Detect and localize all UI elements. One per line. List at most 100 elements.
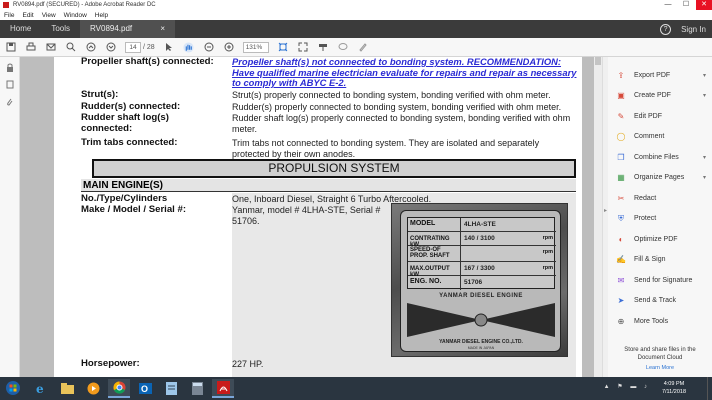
send-signature-icon: ✉ bbox=[617, 275, 625, 285]
plate-origin-text: MADE IN JAPAN bbox=[467, 346, 495, 350]
prev-page-icon[interactable] bbox=[85, 41, 97, 53]
tool-label: Protect bbox=[634, 215, 657, 222]
doc-value: Rudder(s) properly connected to bonding … bbox=[232, 102, 562, 112]
show-desktop-button[interactable] bbox=[707, 377, 712, 400]
tool-label: Organize Pages bbox=[634, 174, 685, 181]
media-player-icon[interactable] bbox=[82, 379, 104, 398]
tool-protect[interactable]: ⛨ Protect bbox=[608, 209, 712, 229]
lock-icon[interactable] bbox=[0, 63, 20, 74]
minimize-button[interactable]: — bbox=[660, 0, 676, 10]
acrobat-app-icon bbox=[3, 2, 9, 8]
clock-time: 4:09 PM bbox=[663, 381, 685, 387]
tab-close-icon[interactable]: × bbox=[160, 20, 165, 38]
zoom-level-select[interactable]: 131% bbox=[242, 41, 269, 53]
doc-label: Propeller shaft(s) connected: bbox=[81, 57, 214, 67]
section-title: PROPULSION SYSTEM bbox=[92, 159, 576, 178]
create-pdf-icon: ▣ bbox=[617, 91, 625, 100]
tool-redact[interactable]: ✂ Redact bbox=[608, 188, 712, 208]
page-thumbnails-icon[interactable] bbox=[0, 80, 20, 91]
outlook-icon[interactable]: O bbox=[134, 379, 156, 398]
system-tray-icons[interactable]: ▲ ⚑ ▬ ♪ bbox=[604, 383, 650, 390]
keyboard-icon[interactable] bbox=[317, 41, 329, 53]
chrome-icon[interactable] bbox=[108, 379, 130, 398]
tool-label: More Tools bbox=[634, 317, 669, 325]
doc-value: Strut(s) properly connected to bonding s… bbox=[232, 90, 551, 100]
maximize-button[interactable]: ☐ bbox=[678, 0, 694, 10]
tool-fill-sign[interactable]: ✍ Fill & Sign bbox=[608, 250, 712, 270]
select-cursor-icon[interactable] bbox=[163, 41, 175, 53]
notepad-icon[interactable] bbox=[160, 379, 182, 398]
doc-label: Strut(s): bbox=[81, 89, 119, 100]
acrobat-window: RV0894.pdf (SECURED) - Adobe Acrobat Rea… bbox=[0, 0, 712, 400]
start-button-icon[interactable] bbox=[6, 381, 20, 395]
sign-icon[interactable] bbox=[357, 41, 369, 53]
document-viewport[interactable]: Propeller shaft(s) connected: Propeller … bbox=[20, 57, 594, 377]
print-icon[interactable] bbox=[25, 41, 37, 53]
tool-send-for-signature[interactable]: ✉ Send for Signature bbox=[608, 270, 712, 290]
page-total: / 28 bbox=[143, 43, 155, 51]
menu-file[interactable]: File bbox=[4, 12, 14, 19]
full-screen-icon[interactable] bbox=[297, 41, 309, 53]
sign-in-button[interactable]: Sign In bbox=[681, 25, 706, 34]
page-number-input[interactable]: 14 bbox=[125, 41, 141, 53]
ie-icon[interactable]: e bbox=[30, 379, 52, 398]
tool-organize-pages[interactable]: ▦ Organize Pages ▾ bbox=[608, 168, 712, 188]
email-icon[interactable] bbox=[45, 41, 57, 53]
splitter-grip-icon[interactable]: ▸ bbox=[604, 207, 607, 214]
plate-company-text: YANMAR DIESEL ENGINE CO.,LTD. bbox=[439, 339, 523, 345]
tool-edit-pdf[interactable]: ✎ Edit PDF bbox=[608, 106, 712, 126]
tool-send-track[interactable]: ➤ Send & Track bbox=[608, 291, 712, 311]
chevron-down-icon[interactable]: ▾ bbox=[703, 72, 706, 79]
chevron-down-icon[interactable]: ▾ bbox=[703, 92, 706, 99]
scrollbar-thumb[interactable] bbox=[595, 57, 601, 65]
attachment-icon[interactable] bbox=[0, 97, 20, 108]
tab-document[interactable]: RV0894.pdf (SECUR... × bbox=[80, 20, 176, 51]
comment-icon[interactable] bbox=[337, 41, 349, 53]
document-scrollbar[interactable] bbox=[594, 57, 602, 377]
toolbar: 14 / 28 131% bbox=[0, 38, 712, 57]
optimize-pdf-icon: ◐ bbox=[618, 234, 624, 244]
help-icon[interactable]: ? bbox=[660, 23, 672, 35]
tool-label: Redact bbox=[634, 194, 657, 202]
chevron-down-icon[interactable]: ▾ bbox=[703, 174, 706, 181]
menu-window[interactable]: Window bbox=[64, 12, 87, 19]
tool-optimize-pdf[interactable]: ◐ Optimize PDF bbox=[608, 229, 712, 249]
doc-value: Trim tabs not connected to bonding syste… bbox=[232, 138, 540, 159]
tab-tools[interactable]: Tools bbox=[41, 20, 80, 38]
protect-icon: ⛨ bbox=[618, 213, 624, 223]
zoom-in-icon[interactable] bbox=[223, 41, 235, 53]
next-page-icon[interactable] bbox=[105, 41, 117, 53]
tool-label: Export PDF bbox=[634, 71, 671, 79]
close-button[interactable]: ✕ bbox=[696, 0, 712, 10]
fill-sign-icon: ✍ bbox=[616, 255, 626, 264]
left-navigation-rail bbox=[0, 57, 20, 377]
menu-view[interactable]: View bbox=[42, 12, 56, 19]
tool-label: Send for Signature bbox=[634, 276, 693, 284]
subsection-title: MAIN ENGINE(S) bbox=[83, 180, 163, 191]
learn-more-link[interactable]: Learn More bbox=[612, 365, 708, 371]
tool-export-pdf[interactable]: ⇪ Export PDF ▾ bbox=[608, 65, 712, 85]
search-icon[interactable] bbox=[65, 41, 77, 53]
fit-page-icon[interactable] bbox=[277, 41, 289, 53]
tool-combine-files[interactable]: ❐ Combine Files ▾ bbox=[608, 147, 712, 167]
tool-create-pdf[interactable]: ▣ Create PDF ▾ bbox=[608, 86, 712, 106]
doc-value-link[interactable]: Propeller shaft(s) not connected to bond… bbox=[232, 57, 577, 89]
title-bar: RV0894.pdf (SECURED) - Adobe Acrobat Rea… bbox=[0, 0, 712, 10]
plate-row-speed: SPEED-OF PROP. SHAFT rpm bbox=[408, 246, 556, 262]
menu-help[interactable]: Help bbox=[95, 12, 108, 19]
hand-icon[interactable] bbox=[183, 41, 195, 53]
calculator-icon[interactable] bbox=[186, 379, 208, 398]
menu-edit[interactable]: Edit bbox=[22, 12, 33, 19]
tool-more-tools[interactable]: ⊕ More Tools bbox=[608, 311, 712, 331]
edit-pdf-icon: ✎ bbox=[617, 111, 625, 121]
zoom-out-icon[interactable] bbox=[203, 41, 215, 53]
tools-pane: ⇪ Export PDF ▾ ▣ Create PDF ▾ ✎ Edit PDF ◯ Commen… bbox=[608, 57, 712, 377]
clock[interactable]: 4:09 PM 7/11/2018 bbox=[662, 380, 686, 396]
acrobat-icon[interactable] bbox=[212, 379, 234, 398]
save-icon[interactable] bbox=[5, 41, 17, 53]
chevron-down-icon[interactable]: ▾ bbox=[703, 154, 706, 161]
tab-home[interactable]: Home bbox=[0, 20, 41, 38]
tool-label: Fill & Sign bbox=[634, 256, 666, 263]
explorer-icon[interactable] bbox=[56, 379, 78, 398]
tool-comment[interactable]: ◯ Comment bbox=[608, 127, 712, 147]
